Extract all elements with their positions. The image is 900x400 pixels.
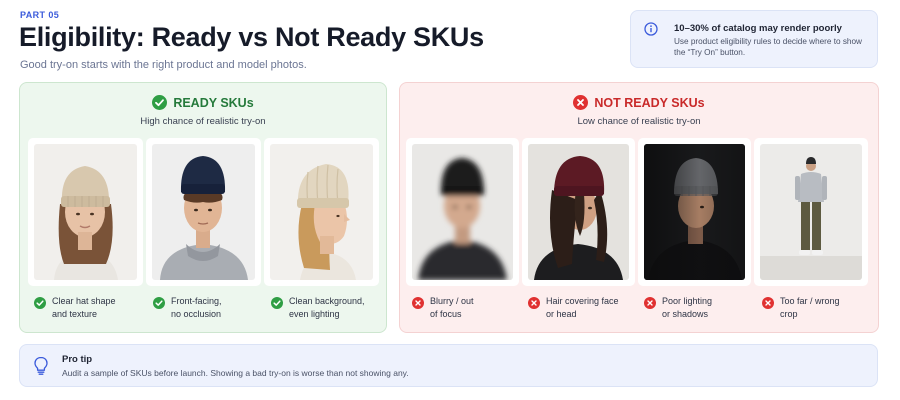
criterion-line: Blurry / out <box>430 296 474 306</box>
ready-panel: READY SKUs High chance of realistic try-… <box>19 82 387 333</box>
lightbulb-icon <box>34 356 48 375</box>
criterion-line: even lighting <box>289 309 340 319</box>
full-body-far-photo <box>760 144 862 280</box>
not-ready-photo-card <box>406 138 519 286</box>
not-ready-title: NOT READY SKUs <box>594 96 705 110</box>
x-circle-icon <box>412 297 424 309</box>
not-ready-photo-card <box>522 138 635 286</box>
pro-tip-title: Pro tip <box>62 354 93 365</box>
page-subtitle: Good try-on starts with the right produc… <box>20 59 307 71</box>
criterion-line: Hair covering face <box>546 296 619 306</box>
pro-tip-box: Pro tip Audit a sample of SKUs before la… <box>19 344 878 387</box>
check-circle-icon <box>153 297 165 309</box>
pro-tip-body: Audit a sample of SKUs before launch. Sh… <box>62 368 409 378</box>
criterion-line: of focus <box>430 309 462 319</box>
x-circle-icon <box>528 297 540 309</box>
criterion-line: Clean background, <box>289 296 365 306</box>
ready-heading: READY SKUs <box>20 95 386 110</box>
page-title: Eligibility: Ready vs Not Ready SKUs <box>19 22 484 52</box>
criterion-line: Clear hat shape <box>52 296 116 306</box>
callout-body: Use product eligibility rules to decide … <box>674 37 862 57</box>
not-ready-panel: NOT READY SKUs Low chance of realistic t… <box>399 82 879 333</box>
ready-photo-card <box>28 138 143 286</box>
not-ready-subtitle: Low chance of realistic try-on <box>577 116 701 127</box>
x-circle-icon <box>573 95 589 110</box>
callout-title: 10–30% of catalog may render poorly <box>674 23 842 34</box>
ready-title: READY SKUs <box>173 96 254 110</box>
criterion-line: or head <box>546 309 577 319</box>
ready-subtitle: High chance of realistic try-on <box>140 116 266 127</box>
check-circle-icon <box>152 95 168 110</box>
check-circle-icon <box>34 297 46 309</box>
x-circle-icon <box>644 297 656 309</box>
criterion-line: and texture <box>52 309 98 319</box>
not-ready-photo-card <box>754 138 868 286</box>
criterion-line: Too far / wrong <box>780 296 840 306</box>
ready-photo-card <box>264 138 379 286</box>
criterion-line: crop <box>780 309 798 319</box>
x-circle-icon <box>762 297 774 309</box>
not-ready-photo-card <box>638 138 751 286</box>
info-callout: 10–30% of catalog may render poorly Use … <box>630 10 878 68</box>
criterion-line: Poor lighting <box>662 296 713 306</box>
part-label: PART 05 <box>20 10 60 20</box>
man-navy-beanie-photo <box>152 144 255 280</box>
dark-lighting-photo <box>644 144 745 280</box>
blurry-man-photo <box>412 144 513 280</box>
not-ready-heading: NOT READY SKUs <box>400 95 878 110</box>
check-circle-icon <box>271 297 283 309</box>
criterion-line: or shadows <box>662 309 709 319</box>
ready-photo-card <box>146 138 261 286</box>
hair-covering-face-photo <box>528 144 629 280</box>
criterion-line: Front-facing, <box>171 296 222 306</box>
woman-cream-beanie-profile-photo <box>270 144 373 280</box>
woman-cream-beanie-photo <box>34 144 137 280</box>
criterion-line: no occlusion <box>171 309 222 319</box>
info-icon <box>644 22 658 36</box>
